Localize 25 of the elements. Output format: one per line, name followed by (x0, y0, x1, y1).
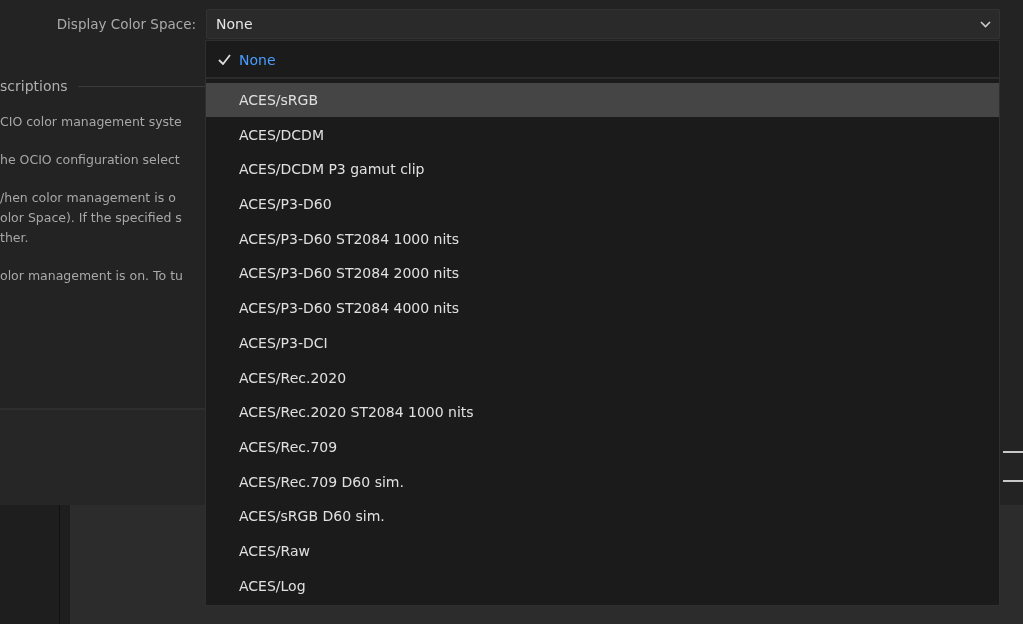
chevron-down-icon (980, 20, 991, 28)
description-text: /hen color management is o olor Space). If the specified s ther. (0, 189, 183, 247)
menu-item[interactable]: ACES/Rec.709 (206, 429, 999, 465)
menu-item[interactable]: ACES/sRGB D60 sim. (206, 498, 999, 534)
checkmark-icon (218, 54, 231, 66)
menu-item[interactable]: ACES/Rec.2020 ST2084 1000 nits (206, 394, 999, 430)
field-label: Display Color Space: (55, 16, 197, 32)
section-heading: scriptions (0, 78, 68, 94)
menu-item[interactable]: ACES/Rec.2020 (206, 360, 999, 395)
description-text: he OCIO configuration select (0, 151, 181, 169)
menu-item[interactable]: None (206, 43, 999, 79)
menu-item[interactable]: ACES/sRGB (206, 82, 999, 118)
description-text: CIO color management syste (0, 113, 183, 131)
menu-item[interactable]: ACES/P3-D60 ST2084 1000 nits (206, 221, 999, 257)
menu-item[interactable]: ACES/P3-D60 ST2084 2000 nits (206, 256, 999, 291)
menu-item[interactable]: ACES/P3-DCI (206, 325, 999, 361)
menu-item[interactable]: ACES/Log (206, 568, 999, 603)
menu-item[interactable]: ACES/DCDM P3 gamut clip (206, 152, 999, 187)
color-space-dropdown[interactable]: None (206, 9, 1000, 39)
menu-item[interactable]: ACES/Rec.709 D60 sim. (206, 464, 999, 499)
menu-item[interactable]: ACES/DCDM (206, 117, 999, 153)
menu-item[interactable]: ACES/P3-D60 ST2084 4000 nits (206, 290, 999, 326)
menu-item[interactable]: ACES/P3-D60 (206, 186, 999, 222)
menu-item[interactable]: ACES/Raw (206, 533, 999, 569)
description-text: olor management is on. To tu (0, 267, 185, 285)
